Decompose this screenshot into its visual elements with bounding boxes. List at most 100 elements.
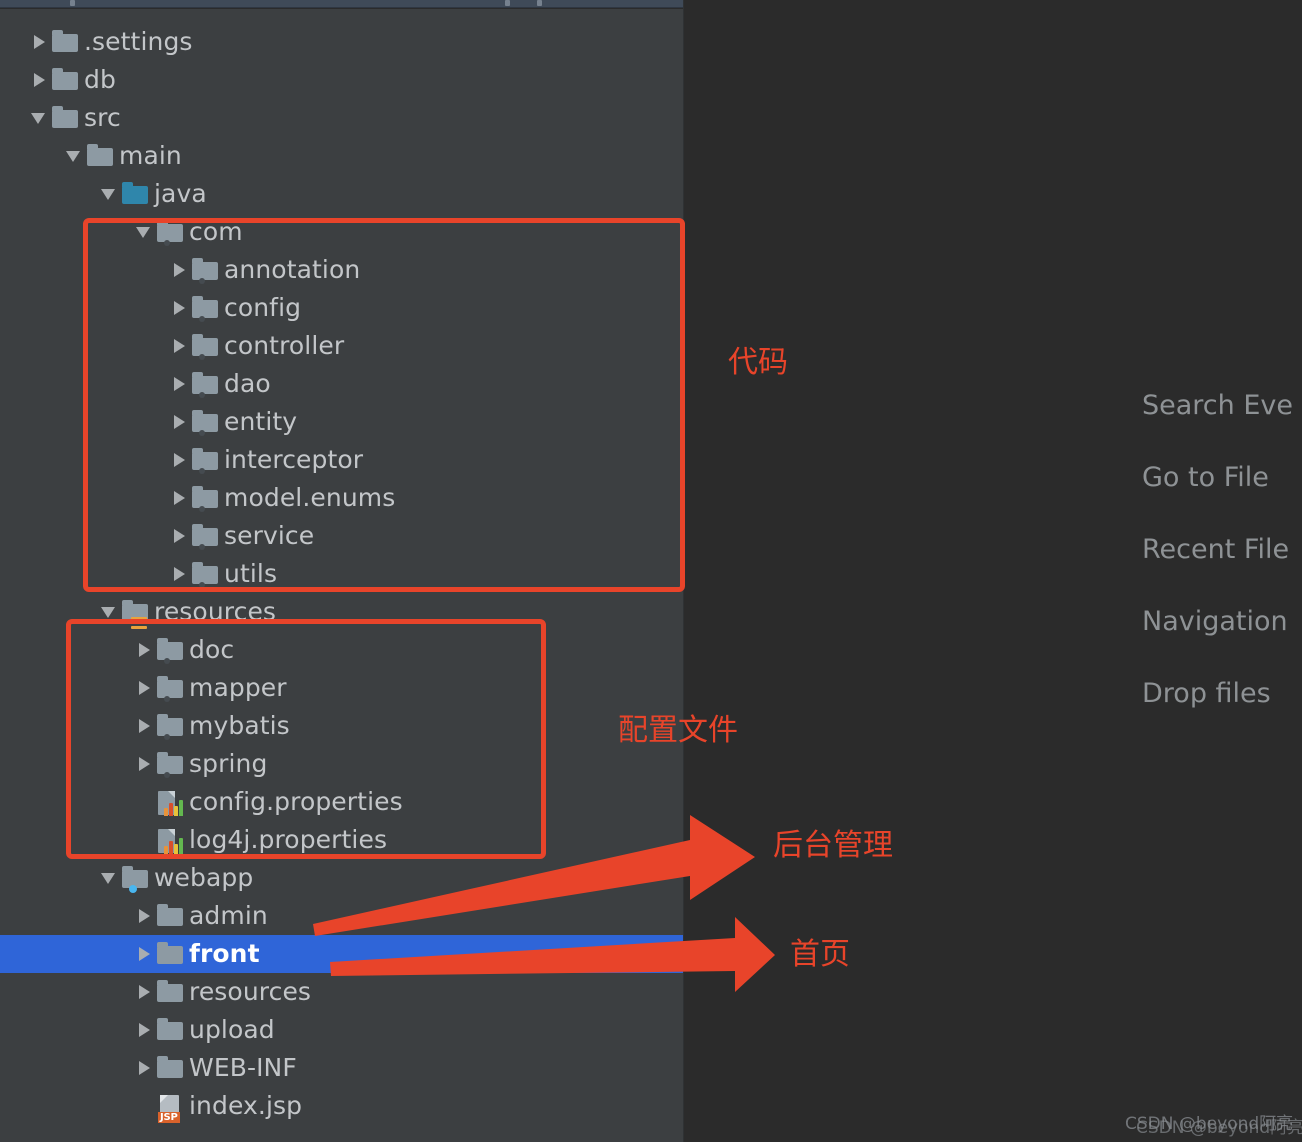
chevron-down-icon[interactable] xyxy=(65,137,85,175)
tree-row-interceptor[interactable]: interceptor xyxy=(0,441,684,479)
tree-row-icon xyxy=(190,555,220,593)
tree-row-icon xyxy=(50,99,80,137)
tree-row-icon xyxy=(155,669,185,707)
tree-row-web-inf[interactable]: WEB-INF xyxy=(0,1049,684,1087)
tree-row-doc[interactable]: doc xyxy=(0,631,684,669)
chevron-down-icon[interactable] xyxy=(100,175,120,213)
chevron-right-icon[interactable] xyxy=(135,897,155,935)
toolbar-icon-1[interactable] xyxy=(70,0,75,6)
tree-row-config[interactable]: config xyxy=(0,289,684,327)
tree-row-label: resources xyxy=(189,977,312,1006)
chevron-right-icon[interactable] xyxy=(30,23,50,61)
tree-row-icon xyxy=(190,251,220,289)
no-twisty xyxy=(135,1087,155,1125)
editor-hint: Navigation xyxy=(1142,606,1288,637)
chevron-right-icon[interactable] xyxy=(170,289,190,327)
package-folder-icon xyxy=(192,486,218,512)
toolbar-icon-3[interactable] xyxy=(537,0,542,6)
chevron-right-icon[interactable] xyxy=(135,973,155,1011)
tree-row-label: utils xyxy=(224,559,278,588)
tree-row-service[interactable]: service xyxy=(0,517,684,555)
chevron-right-icon[interactable] xyxy=(135,1049,155,1087)
chevron-right-icon[interactable] xyxy=(170,479,190,517)
tree-row-webapp[interactable]: webapp xyxy=(0,859,684,897)
tree-row-config-properties[interactable]: config.properties xyxy=(0,783,684,821)
tree-row-label: doc xyxy=(189,635,235,664)
jsp-file-icon: JSP xyxy=(158,1095,185,1123)
tree-row-label: mapper xyxy=(189,673,287,702)
tree-row-log4j-properties[interactable]: log4j.properties xyxy=(0,821,684,859)
chevron-right-icon[interactable] xyxy=(170,403,190,441)
tree-row-label: resources xyxy=(154,597,277,626)
chevron-right-icon[interactable] xyxy=(135,935,155,973)
package-dot-icon xyxy=(164,658,170,664)
web-folder-icon xyxy=(122,866,148,893)
package-dot-icon xyxy=(199,316,205,322)
folder-icon xyxy=(157,980,183,1002)
folder-icon xyxy=(157,904,183,926)
tree-row-label: src xyxy=(84,103,121,132)
chevron-right-icon[interactable] xyxy=(170,555,190,593)
web-root-dot-icon xyxy=(129,885,137,893)
toolbar-strip[interactable] xyxy=(0,0,684,8)
package-dot-icon xyxy=(199,544,205,550)
chevron-down-icon[interactable] xyxy=(135,213,155,251)
tree-row-label: front xyxy=(189,939,260,968)
tree-row-front[interactable]: front xyxy=(0,935,684,973)
tree-row-resources[interactable]: resources xyxy=(0,593,684,631)
chevron-right-icon[interactable] xyxy=(135,631,155,669)
tree-row-index-jsp[interactable]: JSP index.jsp xyxy=(0,1087,684,1125)
tree-row--settings[interactable]: .settings xyxy=(0,23,684,61)
chevron-down-icon[interactable] xyxy=(100,859,120,897)
chevron-right-icon[interactable] xyxy=(30,61,50,99)
tree-row-mapper[interactable]: mapper xyxy=(0,669,684,707)
chevron-right-icon[interactable] xyxy=(170,327,190,365)
tree-row-spring[interactable]: spring xyxy=(0,745,684,783)
tree-row-icon xyxy=(85,137,115,175)
tree-row-label: config xyxy=(224,293,302,322)
package-dot-icon xyxy=(164,696,170,702)
tree-row-label: service xyxy=(224,521,315,550)
package-folder-icon xyxy=(192,448,218,474)
tree-row-java[interactable]: java xyxy=(0,175,684,213)
tree-row-annotation[interactable]: annotation xyxy=(0,251,684,289)
tree-row-utils[interactable]: utils xyxy=(0,555,684,593)
chevron-right-icon[interactable] xyxy=(170,251,190,289)
folder-icon xyxy=(157,942,183,964)
tree-row-mybatis[interactable]: mybatis xyxy=(0,707,684,745)
project-tree[interactable]: .settings db src main java com annotation confi… xyxy=(0,23,684,1142)
tree-row-icon xyxy=(155,973,185,1011)
tree-row-label: log4j.properties xyxy=(189,825,388,854)
chevron-right-icon[interactable] xyxy=(135,745,155,783)
tree-row-dao[interactable]: dao xyxy=(0,365,684,403)
panel-divider[interactable] xyxy=(683,0,684,1142)
chevron-down-icon[interactable] xyxy=(30,99,50,137)
tree-row-resources[interactable]: resources xyxy=(0,973,684,1011)
tree-row-src[interactable]: src xyxy=(0,99,684,137)
tree-row-icon xyxy=(50,61,80,99)
tree-row-main[interactable]: main xyxy=(0,137,684,175)
tree-row-icon xyxy=(190,365,220,403)
tree-row-label: config.properties xyxy=(189,787,403,816)
tree-row-icon xyxy=(190,289,220,327)
chevron-right-icon[interactable] xyxy=(170,441,190,479)
tree-row-model-enums[interactable]: model.enums xyxy=(0,479,684,517)
chevron-down-icon[interactable] xyxy=(100,593,120,631)
ide-window: Project .settingsdbsrcmainjavacomannotat… xyxy=(0,0,1302,1142)
editor-hint-list: Search Eve Go to File Recent File Navigatio… xyxy=(1142,392,1293,752)
tree-row-icon xyxy=(120,593,150,631)
tree-row-entity[interactable]: entity xyxy=(0,403,684,441)
package-folder-icon xyxy=(192,410,218,436)
chevron-right-icon[interactable] xyxy=(135,707,155,745)
tree-row-db[interactable]: db xyxy=(0,61,684,99)
chevron-right-icon[interactable] xyxy=(170,517,190,555)
tree-row-admin[interactable]: admin xyxy=(0,897,684,935)
chevron-right-icon[interactable] xyxy=(135,1011,155,1049)
toolbar-icon-2[interactable] xyxy=(505,0,510,6)
chevron-right-icon[interactable] xyxy=(135,669,155,707)
tree-row-controller[interactable]: controller xyxy=(0,327,684,365)
tree-row-com[interactable]: com xyxy=(0,213,684,251)
tree-row-upload[interactable]: upload xyxy=(0,1011,684,1049)
chevron-right-icon[interactable] xyxy=(170,365,190,403)
project-tool-window[interactable]: .settings db src main java com annotation confi… xyxy=(0,9,684,1142)
